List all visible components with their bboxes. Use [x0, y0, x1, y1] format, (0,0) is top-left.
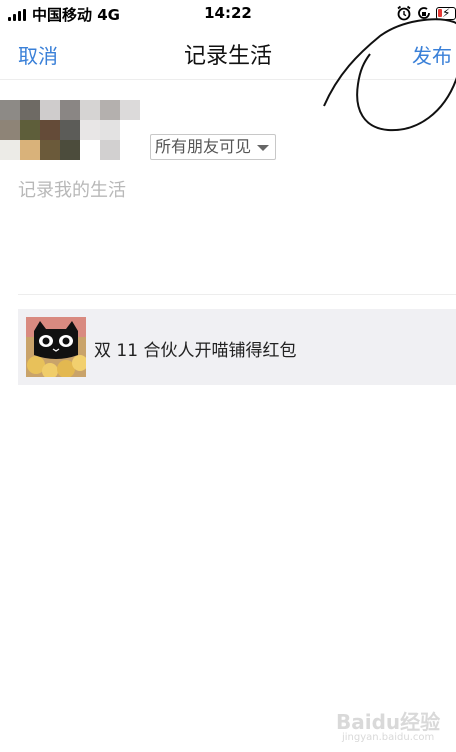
share-card[interactable]: 双 11 合伙人开喵铺得红包 — [18, 309, 456, 385]
baidu-watermark: Baidu经验 jingyan.baidu.com — [336, 704, 456, 752]
page-title: 记录生活 — [183, 44, 272, 69]
chevron-down-icon — [257, 145, 270, 151]
divider — [18, 294, 456, 295]
status-time: 14:22 — [204, 4, 252, 22]
publish-button[interactable]: 发布 — [412, 40, 452, 69]
tmall-cat-thumbnail — [26, 317, 86, 377]
avatar — [0, 100, 140, 160]
watermark-name: Baidu经验 — [336, 710, 441, 734]
share-card-title: 双 11 合伙人开喵铺得红包 — [94, 341, 297, 361]
watermark-url: jingyan.baidu.com — [342, 732, 435, 743]
post-input[interactable] — [18, 176, 438, 286]
rotation-lock-icon — [418, 7, 430, 19]
nav-bar: 取消 记录生活 发布 — [0, 28, 456, 80]
visibility-label: 所有朋友可见 — [155, 137, 252, 156]
alarm-icon — [397, 5, 411, 21]
battery-icon: ⚡ — [436, 6, 456, 20]
visibility-dropdown[interactable]: 所有朋友可见 — [150, 134, 277, 160]
status-bar: 中国移动 4G 14:22 ⚡ — [0, 0, 456, 28]
